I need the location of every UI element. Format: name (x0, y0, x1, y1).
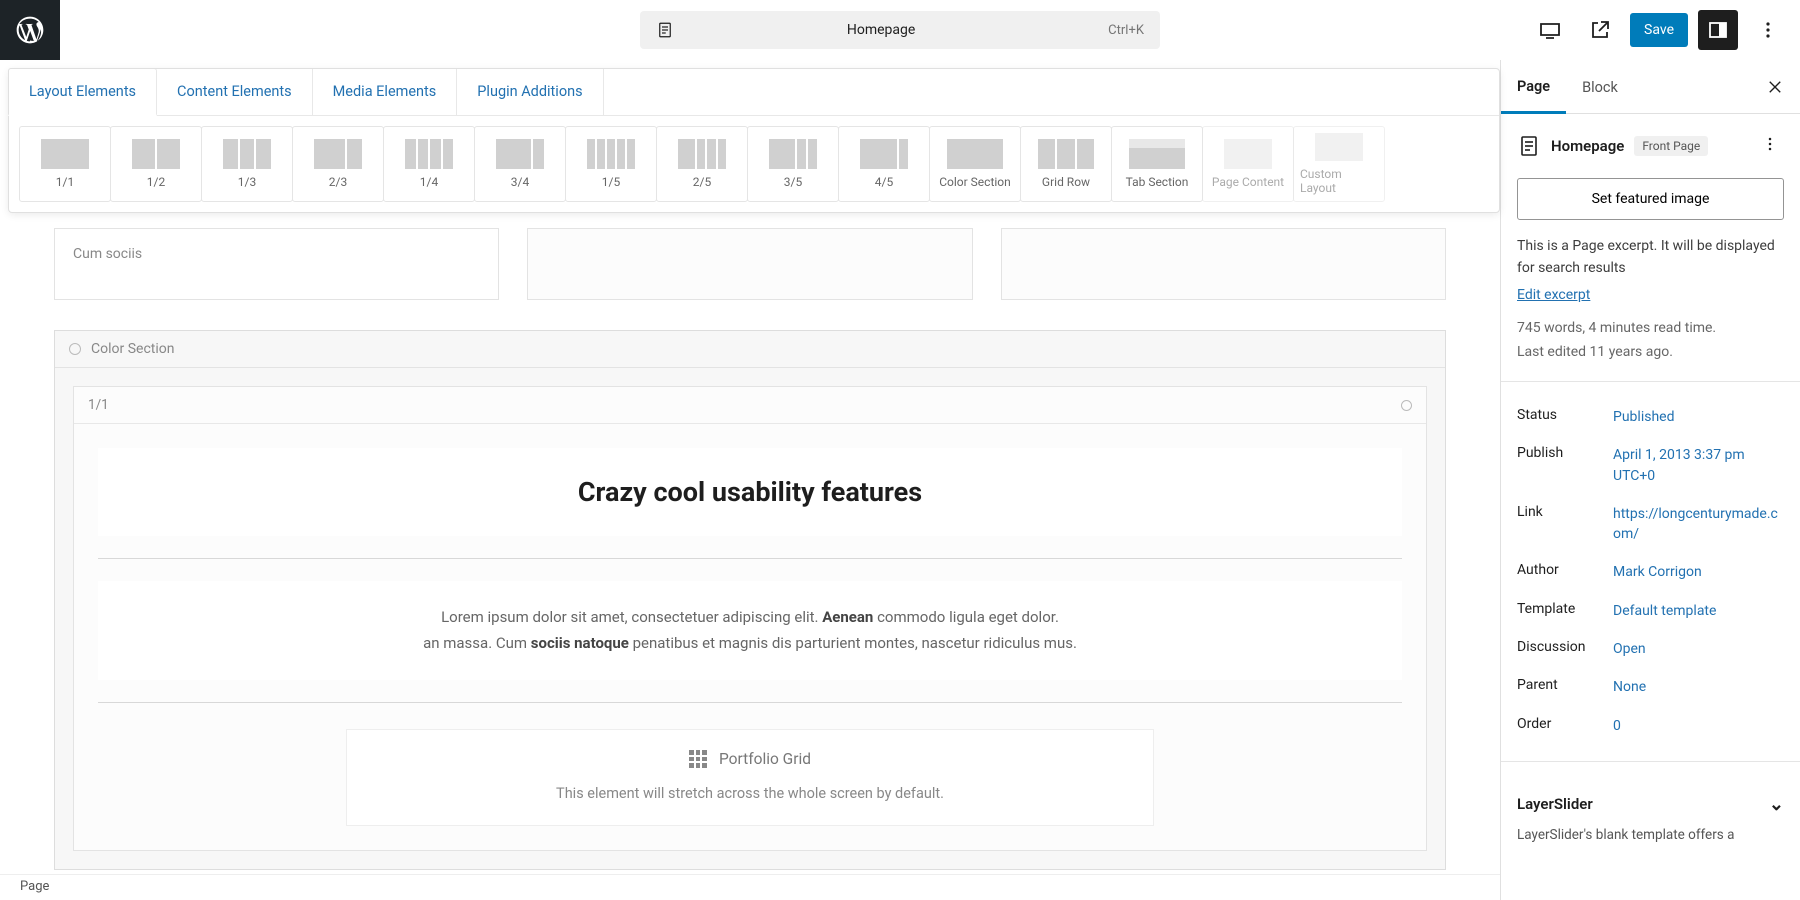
column-options-icon[interactable] (1401, 400, 1412, 411)
tab-layout-elements[interactable]: Layout Elements (8, 68, 157, 116)
link-value[interactable]: https://longcenturymade.com/ (1613, 504, 1784, 545)
close-sidebar-button[interactable] (1758, 70, 1792, 104)
heading-block[interactable]: Crazy cool usability features (98, 448, 1402, 536)
color-section-header[interactable]: Color Section (55, 331, 1445, 368)
breadcrumb-status-bar: Page (0, 874, 1500, 900)
layerslider-panel-toggle[interactable]: LayerSlider ⌄ (1517, 778, 1784, 825)
portfolio-grid-block[interactable]: Portfolio Grid This element will stretch… (346, 729, 1154, 826)
sidebar-tabs: Page Block (1501, 60, 1800, 114)
settings-sidebar: Page Block Homepage Front Page Set featu… (1500, 60, 1800, 900)
author-value[interactable]: Mark Corrigon (1613, 562, 1784, 582)
column-2[interactable] (527, 228, 972, 300)
desktop-icon (1538, 18, 1562, 42)
separator-block[interactable] (98, 558, 1402, 559)
edit-excerpt-link[interactable]: Edit excerpt (1517, 287, 1590, 303)
chevron-down-icon: ⌄ (1769, 794, 1784, 815)
three-column-row: Cum sociis (54, 228, 1446, 300)
front-page-badge: Front Page (1634, 136, 1708, 156)
external-link-icon (1588, 18, 1612, 42)
layout-tab-section[interactable]: Tab Section (1111, 126, 1203, 202)
drag-handle-icon[interactable] (69, 343, 81, 355)
column-1-1-header[interactable]: 1/1 (74, 387, 1426, 424)
column-1[interactable]: Cum sociis (54, 228, 499, 300)
top-toolbar: Homepage Ctrl+K Save (0, 0, 1800, 60)
layout-3-5[interactable]: 3/5 (747, 126, 839, 202)
sidebar-panel-icon (1706, 18, 1730, 42)
layout-1-2[interactable]: 1/2 (110, 126, 202, 202)
color-section-block[interactable]: Color Section 1/1 Crazy cool usability f… (54, 330, 1446, 870)
tab-page[interactable]: Page (1501, 60, 1566, 114)
column-1-1-block[interactable]: 1/1 Crazy cool usability features Lorem … (73, 386, 1427, 851)
status-value[interactable]: Published (1613, 407, 1784, 427)
view-page-button[interactable] (1580, 10, 1620, 50)
close-icon (1766, 78, 1784, 96)
layout-1-3[interactable]: 1/3 (201, 126, 293, 202)
tab-media-elements[interactable]: Media Elements (313, 69, 458, 115)
tab-plugin-additions[interactable]: Plugin Additions (457, 69, 603, 115)
layout-3-4[interactable]: 3/4 (474, 126, 566, 202)
document-search-bar[interactable]: Homepage Ctrl+K (640, 11, 1160, 49)
layout-2-5[interactable]: 2/5 (656, 126, 748, 202)
column-3[interactable] (1001, 228, 1446, 300)
topbar-actions: Save (1530, 10, 1800, 50)
save-button[interactable]: Save (1630, 13, 1688, 47)
layout-custom-layout[interactable]: Custom Layout (1293, 126, 1385, 202)
page-meta-text: 745 words, 4 minutes read time. Last edi… (1517, 317, 1784, 365)
text-block[interactable]: Lorem ipsum dolor sit amet, consectetuer… (98, 581, 1402, 680)
layerslider-description: LayerSlider's blank template offers a (1517, 825, 1784, 845)
kebab-icon (1760, 134, 1780, 154)
layout-1-5[interactable]: 1/5 (565, 126, 657, 202)
elements-tabs: Layout Elements Content Elements Media E… (9, 69, 1499, 116)
page-summary-row: Homepage Front Page (1517, 130, 1784, 162)
discussion-value[interactable]: Open (1613, 639, 1784, 659)
elements-insert-panel: Layout Elements Content Elements Media E… (8, 68, 1500, 213)
layout-2-3[interactable]: 2/3 (292, 126, 384, 202)
grid-icon (689, 750, 707, 768)
kebab-icon (1756, 18, 1780, 42)
layout-elements-list: 1/1 1/2 1/3 2/3 1/4 3/4 1/5 2/5 3/5 4/5 … (9, 116, 1499, 212)
layout-1-4[interactable]: 1/4 (383, 126, 475, 202)
shortcut-hint: Ctrl+K (1108, 23, 1144, 38)
layout-page-content[interactable]: Page Content (1202, 126, 1294, 202)
separator-block-2[interactable] (98, 702, 1402, 703)
wordpress-icon (14, 14, 46, 46)
wordpress-logo[interactable] (0, 0, 60, 60)
options-menu-button[interactable] (1748, 10, 1788, 50)
view-desktop-button[interactable] (1530, 10, 1570, 50)
layout-color-section[interactable]: Color Section (929, 126, 1021, 202)
set-featured-image-button[interactable]: Set featured image (1517, 178, 1784, 220)
settings-panel-toggle[interactable] (1698, 10, 1738, 50)
layout-4-5[interactable]: 4/5 (838, 126, 930, 202)
excerpt-text: This is a Page excerpt. It will be displ… (1517, 236, 1784, 279)
layout-1-1[interactable]: 1/1 (19, 126, 111, 202)
document-title: Homepage (654, 22, 1108, 38)
tab-block[interactable]: Block (1566, 61, 1634, 112)
page-icon (1517, 134, 1541, 158)
parent-value[interactable]: None (1613, 677, 1784, 697)
layout-grid-row[interactable]: Grid Row (1020, 126, 1112, 202)
page-actions-button[interactable] (1756, 130, 1784, 162)
tab-content-elements[interactable]: Content Elements (157, 69, 313, 115)
publish-value[interactable]: April 1, 2013 3:37 pm UTC+0 (1613, 445, 1784, 486)
order-value[interactable]: 0 (1613, 716, 1784, 736)
page-name-label: Homepage (1551, 137, 1624, 155)
template-value[interactable]: Default template (1613, 601, 1784, 621)
